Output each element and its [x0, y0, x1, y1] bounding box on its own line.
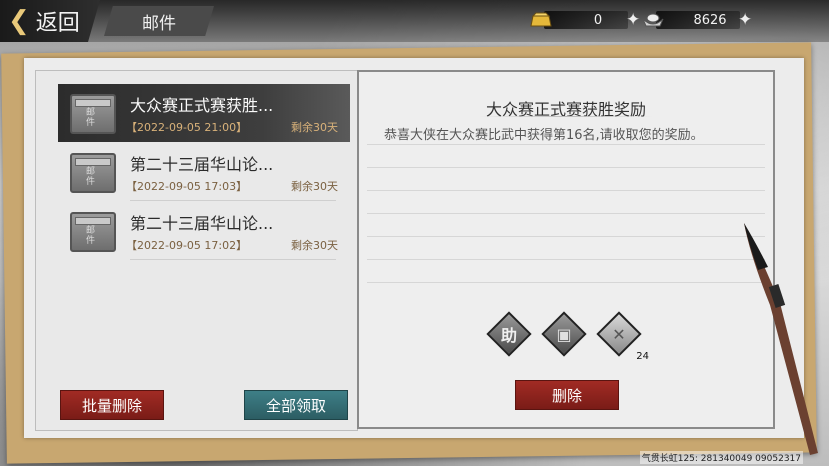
reward-treasure-chest[interactable]: ▣	[541, 311, 587, 357]
ruled-line	[367, 259, 765, 260]
mail-envelope-icon	[70, 153, 116, 193]
add-silver-button[interactable]: ✦	[738, 10, 752, 30]
gold-ingot-icon	[530, 12, 552, 27]
mail-title: 第二十三届华山论...	[130, 155, 274, 174]
mail-date: 【2022-09-05 17:03】	[126, 180, 248, 193]
mail-remaining: 剩余30天	[291, 239, 338, 252]
mail-title: 大众赛正式赛获胜...	[130, 96, 274, 115]
back-button[interactable]: ❮ 返回	[0, 0, 100, 42]
treasure-chest-icon: ▣	[556, 324, 572, 344]
reward-count: 24	[636, 351, 649, 362]
ruled-line	[367, 167, 765, 168]
mail-item[interactable]: 第二十三届华山论... 【2022-09-05 17:02】 剩余30天	[58, 202, 350, 260]
reward-cross-token[interactable]: ✕ 24	[596, 311, 649, 362]
mail-remaining: 剩余30天	[291, 121, 338, 134]
mail-date: 【2022-09-05 21:00】	[126, 121, 248, 134]
chevron-left-icon: ❮	[8, 6, 30, 36]
cross-token-icon: ✕	[612, 324, 626, 344]
assist-token-icon: 助	[500, 326, 517, 345]
divider	[130, 200, 336, 201]
watermark-text: 气贯长虹125: 281340049 09052317	[639, 451, 803, 464]
silver-ingot-icon	[642, 13, 664, 27]
claim-all-button[interactable]: 全部领取	[244, 390, 348, 420]
back-label: 返回	[35, 11, 80, 36]
batch-delete-button[interactable]: 批量删除	[60, 390, 164, 420]
title-divider	[479, 116, 653, 117]
ruled-line	[367, 282, 765, 283]
ruled-line	[367, 213, 765, 214]
reward-assist-token[interactable]: 助	[486, 311, 532, 357]
mail-date: 【2022-09-05 17:02】	[126, 239, 248, 252]
ruled-line	[367, 144, 765, 145]
mail-envelope-icon	[70, 94, 116, 134]
brush-decoration	[744, 223, 818, 455]
mail-detail-panel: 大众赛正式赛获胜奖励 恭喜大侠在大众赛比武中获得第16名,请收取您的奖励。 助 …	[357, 70, 775, 429]
gold-currency: 0 ✦	[530, 8, 640, 32]
tab-mail[interactable]: 邮件	[104, 6, 214, 36]
ruled-line	[367, 190, 765, 191]
divider	[130, 259, 336, 260]
detail-body: 恭喜大侠在大众赛比武中获得第16名,请收取您的奖励。	[384, 128, 704, 143]
mail-item[interactable]: 第二十三届华山论... 【2022-09-05 17:03】 剩余30天	[58, 143, 350, 201]
ruled-line	[367, 236, 765, 237]
mail-envelope-icon	[70, 212, 116, 252]
mail-item[interactable]: 大众赛正式赛获胜... 【2022-09-05 21:00】 剩余30天	[58, 84, 350, 142]
silver-value: 8626	[693, 12, 727, 28]
silver-currency: 8626 ✦	[642, 8, 752, 32]
mail-title: 第二十三届华山论...	[130, 214, 274, 233]
gold-value: 0	[593, 12, 603, 28]
mail-remaining: 剩余30天	[291, 180, 338, 193]
delete-button[interactable]: 删除	[515, 380, 619, 410]
add-gold-button[interactable]: ✦	[626, 10, 640, 30]
